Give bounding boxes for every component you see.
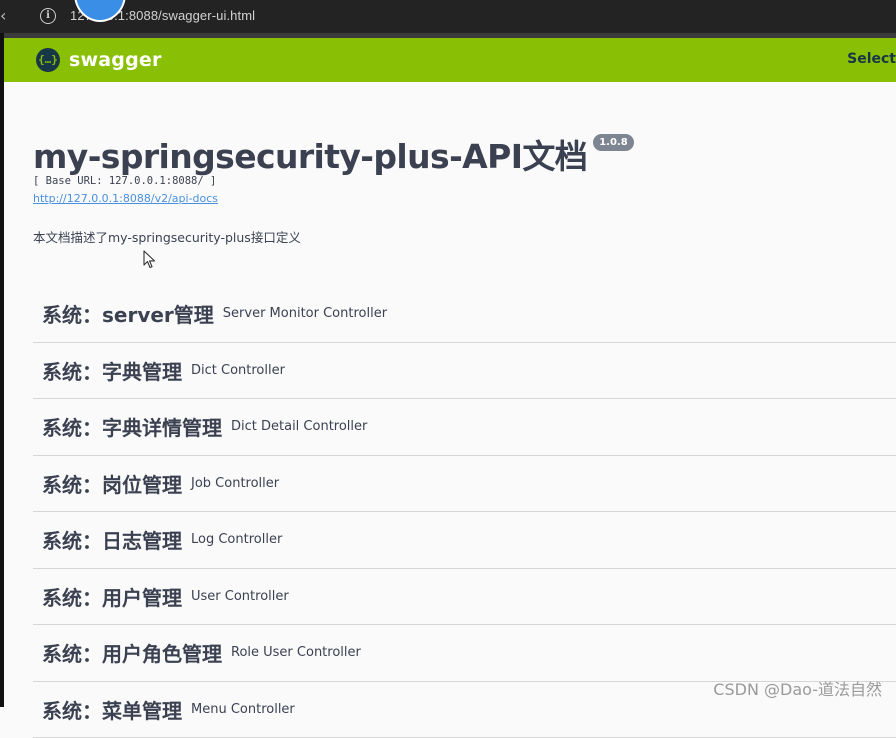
window-left-edge: [0, 0, 4, 707]
tag-controller: Menu Controller: [191, 702, 295, 717]
tag-name: 系统：用户角色管理: [42, 638, 222, 667]
tag-name: 系统：字典详情管理: [42, 412, 222, 441]
swagger-logo-text: swagger: [69, 49, 162, 71]
tag-name: 系统：字典管理: [42, 356, 182, 385]
page-title: my-springsecurity-plus-API文档: [33, 130, 587, 178]
tag-controller: Role User Controller: [231, 645, 361, 660]
tag-section-header[interactable]: 系统：server管理 Server Monitor Controller: [33, 286, 896, 343]
tag-name: 系统：菜单管理: [42, 695, 182, 724]
tag-name: 系统：用户管理: [42, 582, 182, 611]
api-description: 本文档描述了my-springsecurity-plus接口定义: [33, 227, 301, 246]
tag-list: 系统：server管理 Server Monitor Controller 系统：字…: [33, 286, 896, 738]
tag-controller: Dict Detail Controller: [231, 419, 367, 434]
tag-controller: Job Controller: [191, 476, 279, 491]
swagger-topbar: {…} swagger Select: [4, 38, 896, 82]
tag-section-header[interactable]: 系统：字典详情管理 Dict Detail Controller: [33, 399, 896, 456]
back-icon[interactable]: ‹: [0, 6, 12, 25]
tag-controller: User Controller: [191, 589, 289, 604]
tag-section-header[interactable]: 系统：日志管理 Log Controller: [33, 512, 896, 569]
tag-section-header[interactable]: 系统：字典管理 Dict Controller: [33, 343, 896, 400]
mouse-pointer-icon: [143, 250, 157, 270]
tag-section-header[interactable]: 系统：用户管理 User Controller: [33, 569, 896, 626]
tag-name: 系统：日志管理: [42, 525, 182, 554]
tag-controller: Log Controller: [191, 532, 282, 547]
api-title-block: my-springsecurity-plus-API文档 1.0.8: [33, 130, 634, 178]
select-definition-label: Select: [847, 51, 896, 67]
version-badge: 1.0.8: [593, 134, 633, 151]
base-url: [ Base URL: 127.0.0.1:8088/ ]: [33, 175, 216, 187]
tag-section-header[interactable]: 系统：岗位管理 Job Controller: [33, 456, 896, 513]
swagger-logo-icon: {…}: [36, 48, 60, 72]
site-info-icon[interactable]: i: [40, 8, 56, 24]
tag-section-header[interactable]: 系统：用户角色管理 Role User Controller: [33, 625, 896, 682]
tag-name: 系统：岗位管理: [42, 469, 182, 498]
tag-controller: Server Monitor Controller: [223, 306, 387, 321]
tag-controller: Dict Controller: [191, 363, 285, 378]
csdn-watermark: CSDN @Dao-道法自然: [713, 676, 882, 700]
swagger-logo[interactable]: {…} swagger: [36, 47, 162, 73]
browser-address-bar: ‹ i 127.0.0.1:8088/swagger-ui.html: [0, 0, 896, 33]
api-docs-link[interactable]: http://127.0.0.1:8088/v2/api-docs: [33, 192, 218, 205]
tag-name: 系统：server管理: [42, 299, 214, 328]
